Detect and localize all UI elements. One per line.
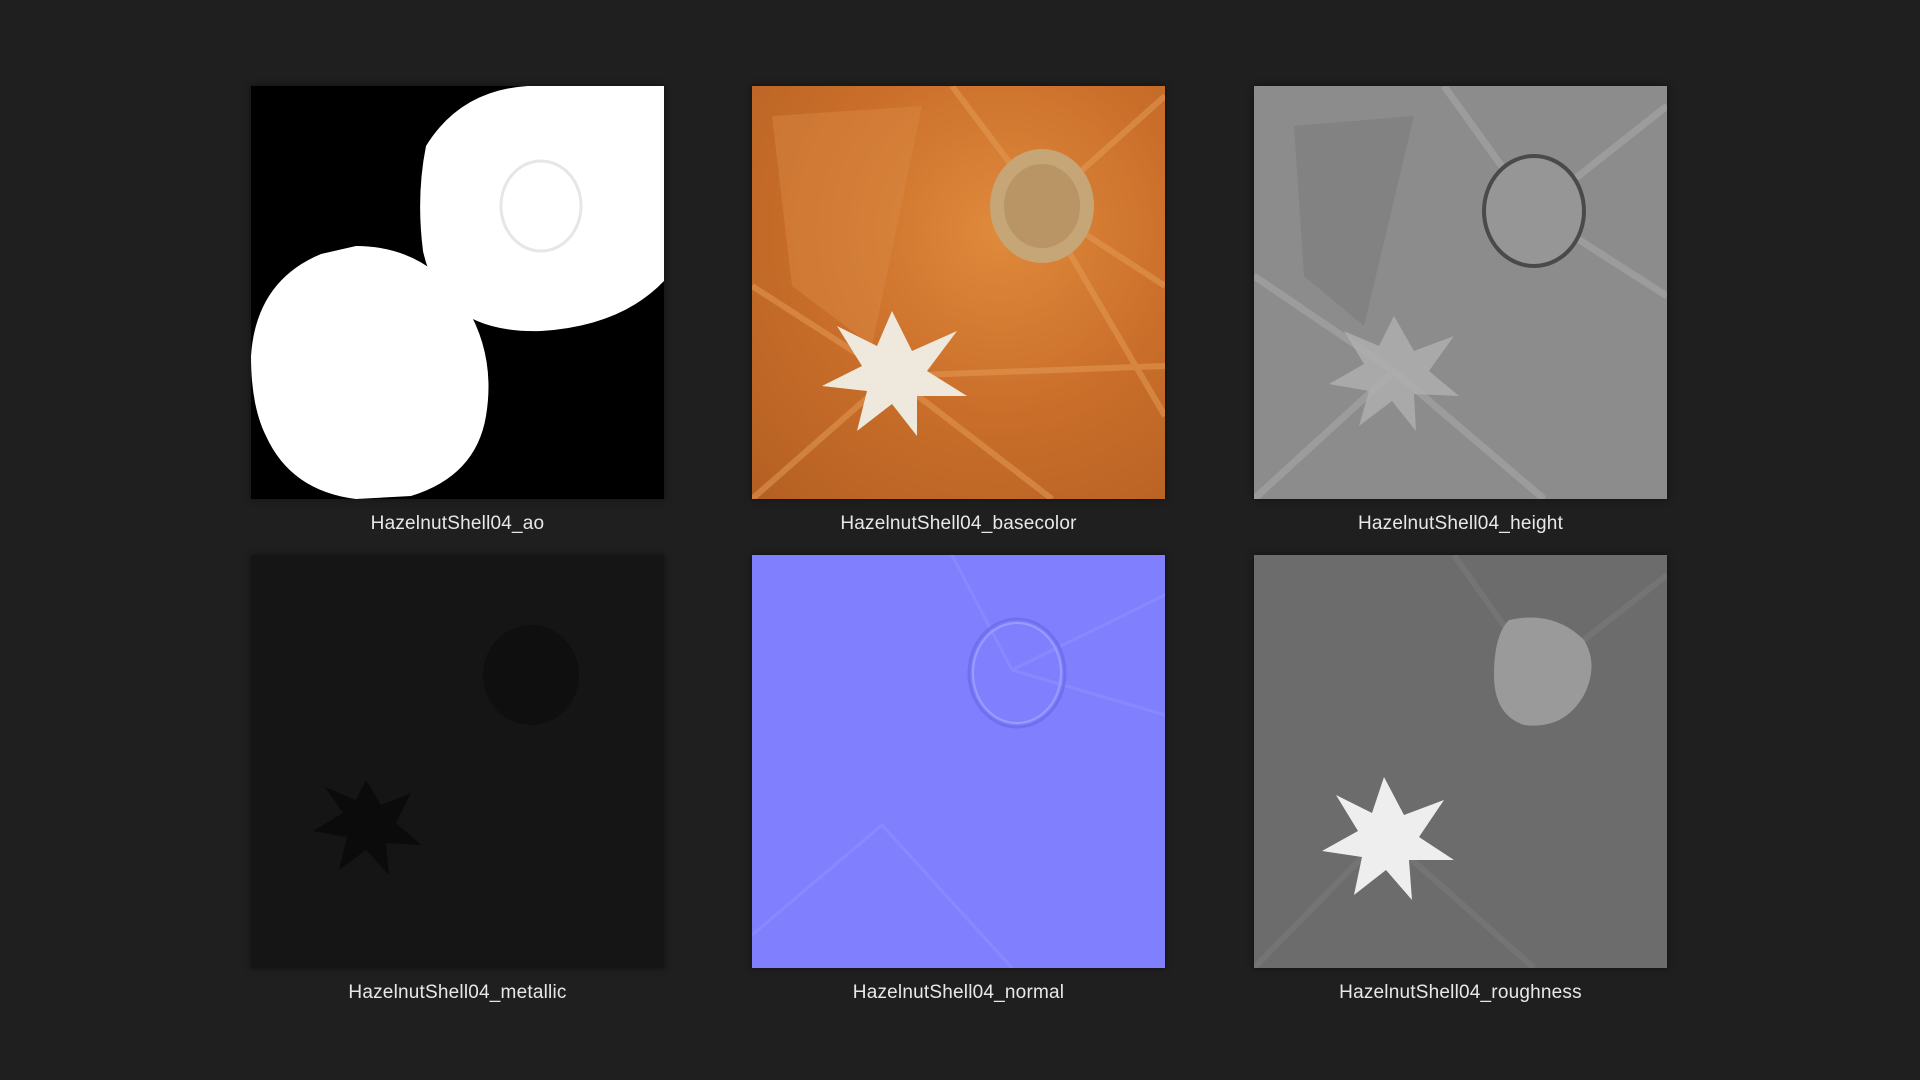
ao-map-image[interactable] — [251, 86, 664, 499]
thumbnail-metallic[interactable]: HazelnutShell04_metallic — [251, 555, 664, 1004]
thumbnail-label: HazelnutShell04_normal — [852, 982, 1065, 1003]
thumbnail-roughness[interactable]: HazelnutShell04_roughness — [1254, 555, 1667, 1004]
normal-map-graphic — [752, 555, 1165, 968]
basecolor-map-graphic — [752, 86, 1165, 499]
thumbnail-basecolor[interactable]: HazelnutShell04_basecolor — [752, 86, 1165, 535]
thumbnail-ao[interactable]: HazelnutShell04_ao — [251, 86, 664, 535]
thumbnail-normal[interactable]: HazelnutShell04_normal — [752, 555, 1165, 1004]
thumbnail-label: HazelnutShell04_height — [1357, 513, 1564, 534]
thumbnail-label: HazelnutShell04_ao — [370, 513, 545, 534]
thumbnail-label: HazelnutShell04_basecolor — [840, 513, 1077, 534]
roughness-map-image[interactable] — [1254, 555, 1667, 968]
basecolor-map-image[interactable] — [752, 86, 1165, 499]
metallic-map-image[interactable] — [251, 555, 664, 968]
normal-map-image[interactable] — [752, 555, 1165, 968]
height-map-graphic — [1254, 86, 1667, 499]
thumbnail-height[interactable]: HazelnutShell04_height — [1254, 86, 1667, 535]
texture-gallery: HazelnutShell04_ao HazelnutShell04_basec… — [0, 0, 1920, 1080]
roughness-map-graphic — [1254, 555, 1667, 968]
metallic-map-graphic — [251, 555, 664, 968]
thumbnail-label: HazelnutShell04_roughness — [1339, 982, 1582, 1003]
thumbnail-label: HazelnutShell04_metallic — [348, 982, 567, 1003]
height-map-image[interactable] — [1254, 86, 1667, 499]
ao-map-graphic — [251, 86, 664, 499]
